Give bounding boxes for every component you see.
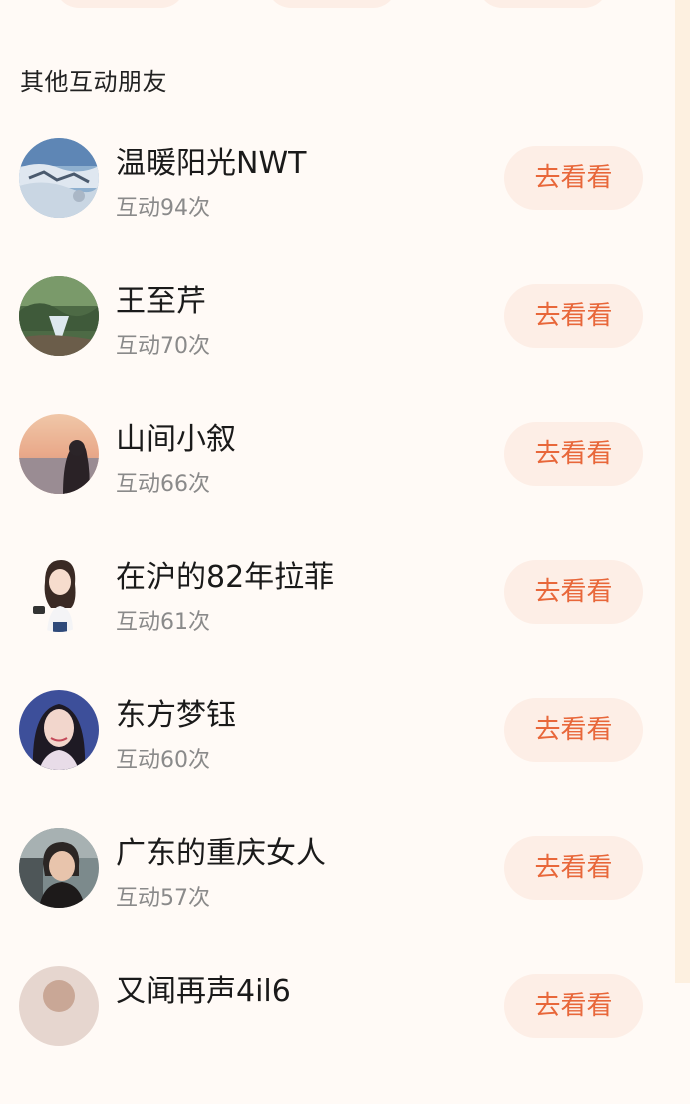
interaction-count: 互动66次 [116, 472, 210, 497]
avatar[interactable] [19, 414, 99, 494]
partial-pill-button[interactable] [267, 0, 397, 8]
avatar[interactable] [19, 552, 99, 632]
friend-name: 山间小叙 [116, 422, 236, 457]
friend-row[interactable]: 山间小叙 互动66次 去看看 [0, 414, 675, 552]
right-edge-strip [675, 0, 690, 983]
friend-row[interactable]: 广东的重庆女人 互动57次 去看看 [0, 828, 675, 966]
friend-name: 广东的重庆女人 [116, 836, 326, 871]
avatar[interactable] [19, 138, 99, 218]
go-see-button[interactable]: 去看看 [504, 698, 643, 762]
avatar[interactable] [19, 276, 99, 356]
go-see-button[interactable]: 去看看 [504, 836, 643, 900]
friend-name: 温暖阳光NWT [116, 146, 307, 181]
friend-row[interactable]: 王至芹 互动70次 去看看 [0, 276, 675, 414]
friend-row[interactable]: 在沪的82年拉菲 互动61次 去看看 [0, 552, 675, 690]
avatar[interactable] [19, 828, 99, 908]
interaction-count: 互动60次 [116, 748, 210, 773]
interaction-count: 互动61次 [116, 610, 210, 635]
go-see-button[interactable]: 去看看 [504, 146, 643, 210]
go-see-button[interactable]: 去看看 [504, 422, 643, 486]
friend-row[interactable]: 东方梦钰 互动60次 去看看 [0, 690, 675, 828]
friend-name: 又闻再声4il6 [116, 974, 291, 1009]
avatar[interactable] [19, 966, 99, 1046]
previous-section-buttons [0, 0, 675, 10]
go-see-button[interactable]: 去看看 [504, 560, 643, 624]
partial-pill-button[interactable] [55, 0, 185, 8]
friend-row[interactable]: 又闻再声4il6 去看看 [0, 966, 675, 1104]
friend-row[interactable]: 温暖阳光NWT 互动94次 去看看 [0, 138, 675, 276]
friend-name: 东方梦钰 [116, 698, 236, 733]
section-title: 其他互动朋友 [20, 68, 167, 96]
partial-pill-button[interactable] [478, 0, 608, 8]
go-see-button[interactable]: 去看看 [504, 284, 643, 348]
interaction-count: 互动94次 [116, 196, 210, 221]
interaction-count: 互动70次 [116, 334, 210, 359]
friend-name: 王至芹 [116, 284, 206, 319]
avatar[interactable] [19, 690, 99, 770]
go-see-button[interactable]: 去看看 [504, 974, 643, 1038]
friend-name: 在沪的82年拉菲 [116, 560, 335, 595]
interaction-count: 互动57次 [116, 886, 210, 911]
